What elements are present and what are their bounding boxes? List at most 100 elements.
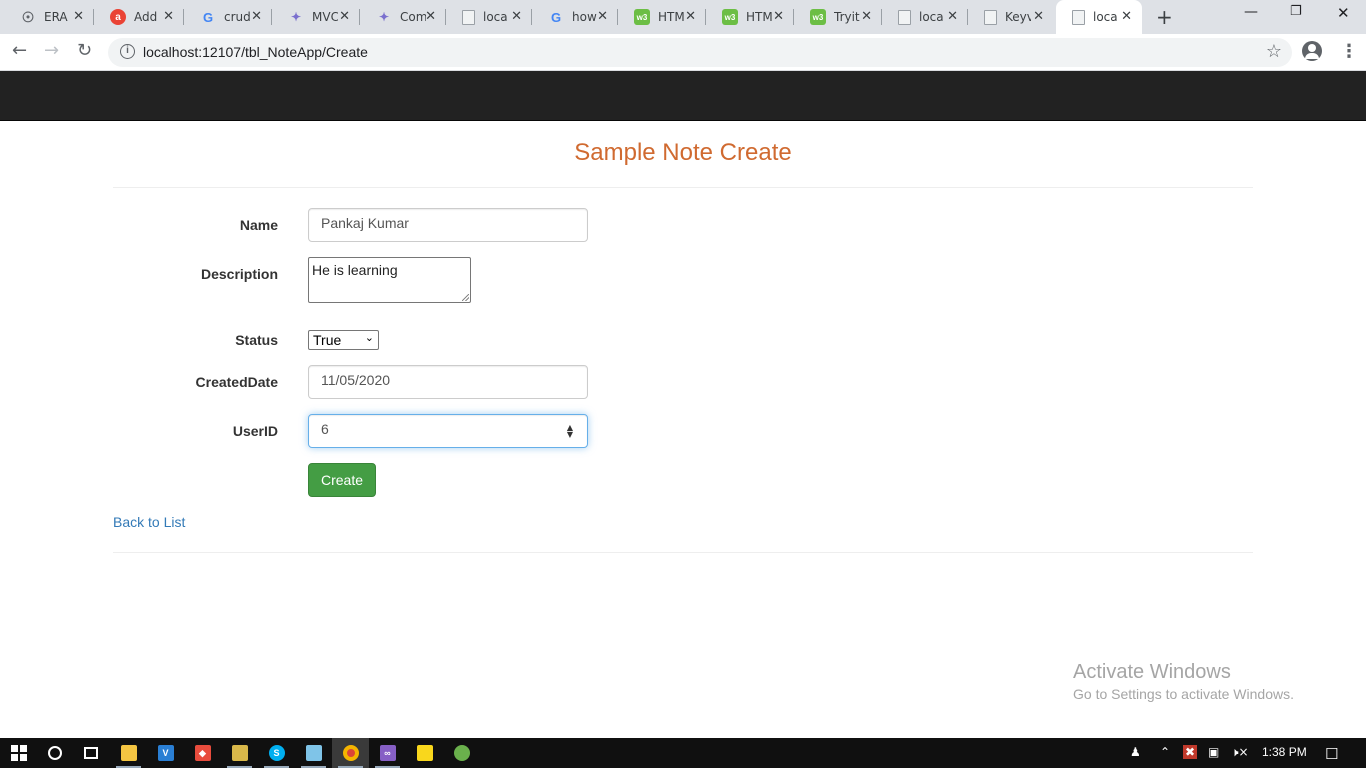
- globe-icon: ☉: [21, 8, 35, 25]
- folder-icon: [120, 745, 137, 761]
- name-label: Name: [239, 217, 278, 233]
- tab-title: loca: [919, 10, 944, 24]
- resize-grip-icon[interactable]: [462, 294, 469, 301]
- forward-arrow-icon[interactable]: →: [44, 40, 59, 61]
- status-select[interactable]: True ⌄: [308, 330, 379, 350]
- bookmark-star-icon[interactable]: ☆: [1266, 41, 1282, 62]
- close-tab-icon[interactable]: ✕: [73, 9, 84, 24]
- close-tab-icon[interactable]: ✕: [597, 9, 608, 24]
- close-tab-icon[interactable]: ✕: [1033, 9, 1044, 24]
- taskbar-sql[interactable]: [221, 738, 258, 768]
- restore-icon[interactable]: ❐: [1290, 4, 1302, 19]
- taskbar-chrome[interactable]: [332, 738, 369, 768]
- browser-tab[interactable]: ✦ MVC ✕: [272, 0, 360, 34]
- browser-tab[interactable]: loca ✕: [446, 0, 532, 34]
- close-tab-icon[interactable]: ✕: [425, 9, 436, 24]
- notepad-icon: [305, 745, 322, 761]
- w3schools-icon: w3: [810, 9, 826, 25]
- spinner-arrows-icon[interactable]: ▲ ▼: [567, 424, 573, 439]
- address-bar[interactable]: i localhost:12107/tbl_NoteApp/Create ☆: [108, 38, 1292, 67]
- tab-title: how: [572, 10, 597, 24]
- browser-tab[interactable]: w3 HTM ✕: [618, 0, 706, 34]
- createddate-label: CreatedDate: [195, 374, 278, 390]
- browser-tab[interactable]: w3 HTM ✕: [706, 0, 794, 34]
- notifications-icon[interactable]: ☐: [1325, 745, 1338, 763]
- tab-title: ERA: [44, 10, 68, 24]
- tab-title: MVC: [312, 10, 338, 24]
- chevron-up-icon[interactable]: ⌃: [1160, 745, 1170, 759]
- task-view-button[interactable]: [72, 738, 109, 768]
- windows-taskbar: V ◆ S ∞ ♟ ⌃ ✖ ▣ 🕨× 1:38 PM ☐: [0, 738, 1366, 768]
- browser-tab[interactable]: a Add ✕: [94, 0, 184, 34]
- mvc-icon: ✦: [378, 10, 390, 24]
- clock[interactable]: 1:38 PM: [1262, 745, 1307, 759]
- menu-kebab-icon[interactable]: ⋮: [1340, 41, 1358, 62]
- w3schools-icon: w3: [722, 9, 738, 25]
- browser-tab-active[interactable]: loca ✕: [1056, 0, 1142, 34]
- tab-title: loca: [1093, 10, 1118, 24]
- chevron-down-icon: ⌄: [364, 331, 374, 344]
- close-window-icon[interactable]: ✕: [1337, 4, 1350, 22]
- userid-number-input[interactable]: 6 ▲ ▼: [308, 414, 588, 448]
- taskbar-vscode[interactable]: V: [147, 738, 184, 768]
- minimize-icon[interactable]: —: [1244, 4, 1258, 20]
- back-arrow-icon[interactable]: ←: [12, 40, 27, 61]
- close-tab-icon[interactable]: ✕: [773, 9, 784, 24]
- sql-server-icon: [231, 745, 248, 761]
- reload-icon[interactable]: ↻: [77, 40, 92, 61]
- page-icon: [984, 9, 997, 25]
- visual-studio-icon: ∞: [379, 745, 396, 761]
- search-button[interactable]: [36, 738, 73, 768]
- people-icon[interactable]: ♟: [1130, 745, 1141, 759]
- userid-value: 6: [321, 421, 329, 437]
- close-tab-icon[interactable]: ✕: [251, 9, 262, 24]
- browser-tab[interactable]: ☉ ERA ✕: [4, 0, 94, 34]
- info-icon[interactable]: i: [120, 44, 135, 59]
- create-button[interactable]: Create: [308, 463, 376, 497]
- close-tab-icon[interactable]: ✕: [861, 9, 872, 24]
- page-icon: [462, 9, 475, 25]
- createddate-input[interactable]: 11/05/2020: [308, 365, 588, 399]
- close-tab-icon[interactable]: ✕: [685, 9, 696, 24]
- status-selected-value: True: [313, 332, 342, 348]
- back-to-list-link[interactable]: Back to List: [113, 514, 185, 530]
- close-tab-icon[interactable]: ✕: [947, 9, 958, 24]
- tab-title: Tryit: [834, 10, 860, 24]
- network-icon[interactable]: ▣: [1208, 745, 1219, 759]
- close-tab-icon[interactable]: ✕: [163, 9, 174, 24]
- taskbar-file-explorer[interactable]: [110, 738, 147, 768]
- browser-tab[interactable]: w3 Tryit ✕: [794, 0, 882, 34]
- taskbar-skype[interactable]: S: [258, 738, 295, 768]
- page-icon: [1072, 9, 1085, 25]
- taskbar-sticky-notes[interactable]: [406, 738, 443, 768]
- tab-title: HTM: [746, 10, 772, 24]
- new-tab-icon[interactable]: +: [1156, 5, 1173, 29]
- close-tab-icon[interactable]: ✕: [1121, 9, 1132, 24]
- divider: [113, 187, 1253, 188]
- close-tab-icon[interactable]: ✕: [511, 9, 522, 24]
- close-tab-icon[interactable]: ✕: [339, 9, 350, 24]
- vs-code-icon: V: [157, 745, 174, 761]
- tab-title: Add: [134, 10, 158, 24]
- taskbar-app[interactable]: [443, 738, 480, 768]
- browser-tab[interactable]: ✦ Com ✕: [360, 0, 446, 34]
- windows-logo-icon: [10, 745, 27, 761]
- antivirus-icon[interactable]: ✖: [1183, 745, 1198, 759]
- task-view-icon: [83, 747, 98, 759]
- name-input[interactable]: Pankaj Kumar: [308, 208, 588, 242]
- taskbar-notepad[interactable]: [295, 738, 332, 768]
- description-textarea[interactable]: He is learning: [308, 257, 471, 303]
- description-text: He is learning: [312, 262, 398, 278]
- volume-muted-icon[interactable]: 🕨×: [1231, 745, 1249, 760]
- chrome-icon: [342, 745, 359, 761]
- browser-tab[interactable]: loca ✕: [882, 0, 968, 34]
- start-button[interactable]: [0, 738, 37, 768]
- browser-tab[interactable]: G crud ✕: [184, 0, 272, 34]
- page-title: Sample Note Create: [574, 139, 792, 166]
- browser-tab[interactable]: Keyv ✕: [968, 0, 1054, 34]
- taskbar-visual-studio[interactable]: ∞: [369, 738, 406, 768]
- taskbar-app[interactable]: ◆: [184, 738, 221, 768]
- tab-title: loca: [483, 10, 508, 24]
- profile-avatar-icon[interactable]: [1302, 41, 1322, 61]
- browser-tab[interactable]: G how ✕: [532, 0, 618, 34]
